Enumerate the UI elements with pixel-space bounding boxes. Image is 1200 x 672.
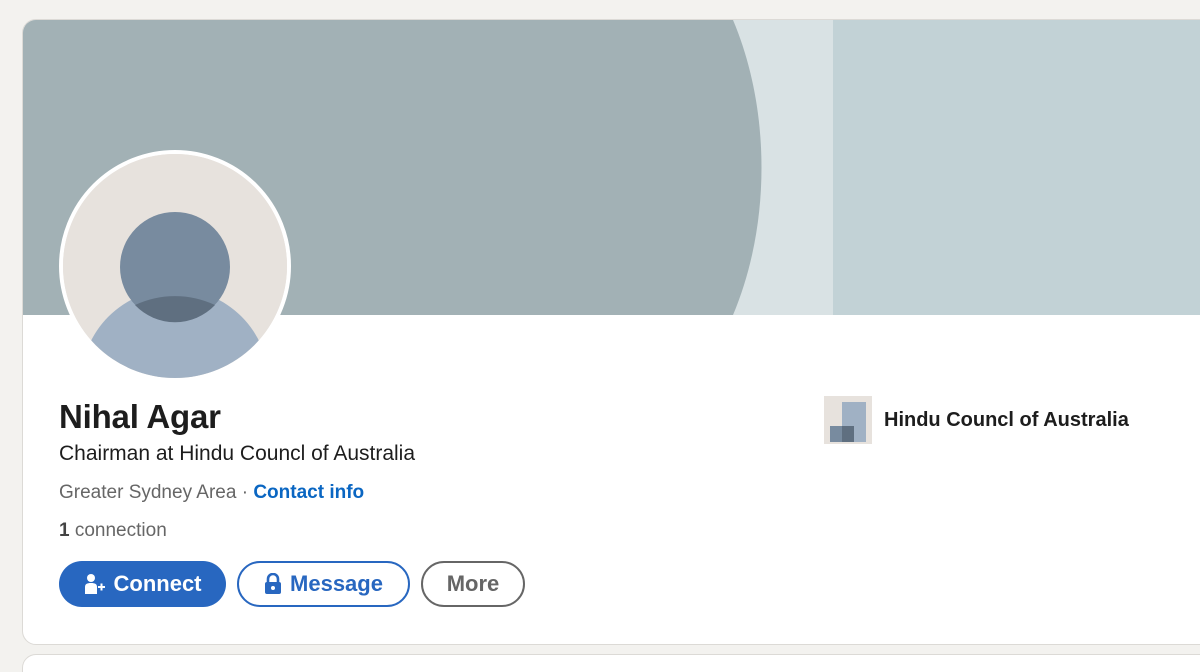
connections-number: 1 [59,520,70,541]
connections-label: connection [69,520,167,541]
more-label: More [446,571,500,596]
profile-page: Nihal Agar Chairman at Hindu Councl of A… [0,0,1200,672]
contact-info-link[interactable]: Contact info [253,482,364,503]
next-section-card [22,654,1200,672]
connections-count[interactable]: 1 connection [59,520,167,542]
profile-headline: Chairman at Hindu Councl of Australia [59,442,416,465]
profile-name: Nihal Agar [59,398,221,435]
location-row: Greater Sydney Area · Contact info [59,482,364,504]
current-company[interactable]: Hindu Councl of Australia [824,396,1129,444]
separator-dot: · [236,482,254,503]
profile-location: Greater Sydney Area [59,482,237,503]
message-label: Message [290,571,383,596]
company-building-logo [824,396,872,444]
connect-button[interactable]: Connect [59,561,226,607]
more-button[interactable]: More [421,561,525,607]
connect-label: Connect [113,571,202,596]
company-name: Hindu Councl of Australia [884,408,1129,431]
profile-avatar[interactable] [59,150,291,382]
lock-icon [264,573,282,595]
default-person-icon [63,154,287,378]
profile-card: Nihal Agar Chairman at Hindu Councl of A… [22,19,1200,645]
message-button[interactable]: Message [237,561,410,607]
add-person-icon [84,573,106,595]
